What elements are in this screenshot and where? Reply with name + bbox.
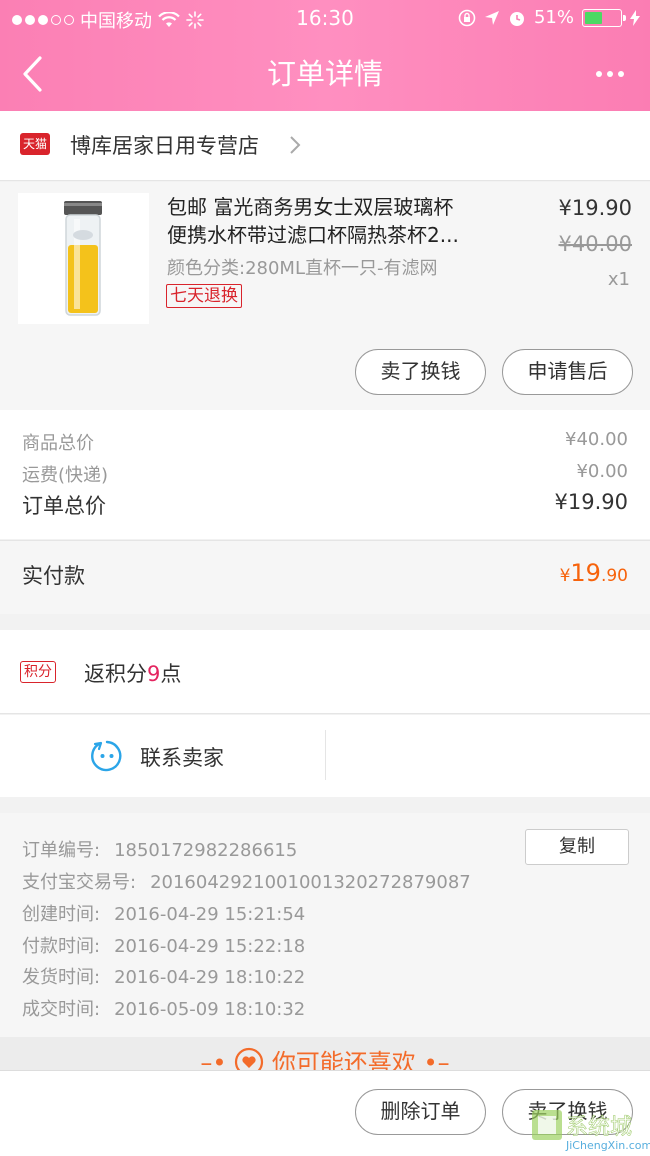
location-icon xyxy=(484,10,499,25)
dash-left: –• xyxy=(200,1049,227,1070)
paid-time-line: 付款时间: 2016-04-29 15:22:18 xyxy=(22,936,306,957)
shipping-label: 运费(快递) xyxy=(22,465,109,486)
order-total-value: ¥19.90 xyxy=(554,490,628,514)
order-number-line: 订单编号: 1850172982286615 xyxy=(22,840,298,861)
product-title[interactable]: 包邮 富光商务男女士双层玻璃杯 便携水杯带过滤口杯隔热茶杯2... xyxy=(167,193,507,249)
created-time-line: 创建时间: 2016-04-29 15:21:54 xyxy=(22,904,306,925)
product-quantity: x1 xyxy=(607,269,630,290)
more-dots-icon xyxy=(596,71,602,77)
points-badge: 积分 xyxy=(20,661,56,683)
more-button[interactable] xyxy=(590,52,630,96)
completed-time-line: 成交时间: 2016-05-09 18:10:32 xyxy=(22,999,306,1020)
page-title: 订单详情 xyxy=(266,57,383,91)
tmall-logo: 天猫 xyxy=(20,133,50,155)
delete-order-button[interactable]: 删除订单 xyxy=(355,1089,486,1135)
status-bar: 中国移动 16:30 51% xyxy=(0,0,650,36)
order-total-label: 订单总价 xyxy=(22,494,106,518)
contact-seller-label[interactable]: 联系卖家 xyxy=(140,742,224,772)
shop-name[interactable]: 博库居家日用专营店 xyxy=(70,130,259,160)
paid-value: ¥19.90 xyxy=(559,559,628,587)
paid-amount-row xyxy=(0,540,650,614)
recommend-title: 你可能还喜欢 xyxy=(271,1049,416,1070)
alipay-number: 2016042921001001320272879087 xyxy=(150,872,471,893)
rotation-lock-icon xyxy=(458,9,476,26)
shipping-value: ¥0.00 xyxy=(576,461,628,482)
sell-for-cash-button[interactable]: 卖了换钱 xyxy=(355,349,486,395)
heart-icon xyxy=(235,1047,264,1070)
product-image[interactable] xyxy=(18,193,149,324)
product-price: ¥19.90 xyxy=(558,196,632,220)
battery-percent: 51% xyxy=(533,7,574,28)
battery-icon xyxy=(582,8,626,27)
goods-total-value: ¥40.00 xyxy=(565,429,628,450)
paid-label: 实付款 xyxy=(22,564,85,588)
order-number: 1850172982286615 xyxy=(114,840,298,861)
charging-icon xyxy=(630,9,640,26)
recommend-banner: –• 你可能还喜欢 •– xyxy=(0,1037,650,1070)
product-sku: 颜色分类:280ML直杯一只-有滤网 xyxy=(167,258,438,279)
glass-bottle-image xyxy=(64,201,102,316)
battery-level xyxy=(585,11,603,24)
watermark-logo: 系统城 JiChengXin.com xyxy=(532,1110,650,1152)
dash-right: •– xyxy=(423,1049,450,1070)
app-header: 中国移动 16:30 51% 订单详情 xyxy=(0,0,650,111)
svg-text:JiChengXin.com: JiChengXin.com xyxy=(565,1139,650,1152)
alipay-number-line: 支付宝交易号: 2016042921001001320272879087 xyxy=(22,872,471,893)
alarm-icon xyxy=(509,11,524,26)
svg-text:系统城: 系统城 xyxy=(566,1115,632,1140)
divider xyxy=(325,730,326,780)
chevron-right-icon xyxy=(290,136,301,154)
copy-button[interactable]: 复制 xyxy=(525,829,629,865)
goods-total-label: 商品总价 xyxy=(22,433,94,454)
shipped-time-line: 发货时间: 2016-04-29 18:10:22 xyxy=(22,967,306,988)
product-original-price: ¥40.00 xyxy=(558,232,632,256)
chat-face-icon xyxy=(91,740,122,772)
return-policy-tag: 七天退换 xyxy=(166,284,242,308)
after-sale-button[interactable]: 申请售后 xyxy=(502,349,633,395)
site-watermark: 系统城 JiChengXin.com xyxy=(530,1108,650,1152)
points-text: 返积分9点 xyxy=(84,662,182,686)
status-right: 51% xyxy=(458,7,640,28)
